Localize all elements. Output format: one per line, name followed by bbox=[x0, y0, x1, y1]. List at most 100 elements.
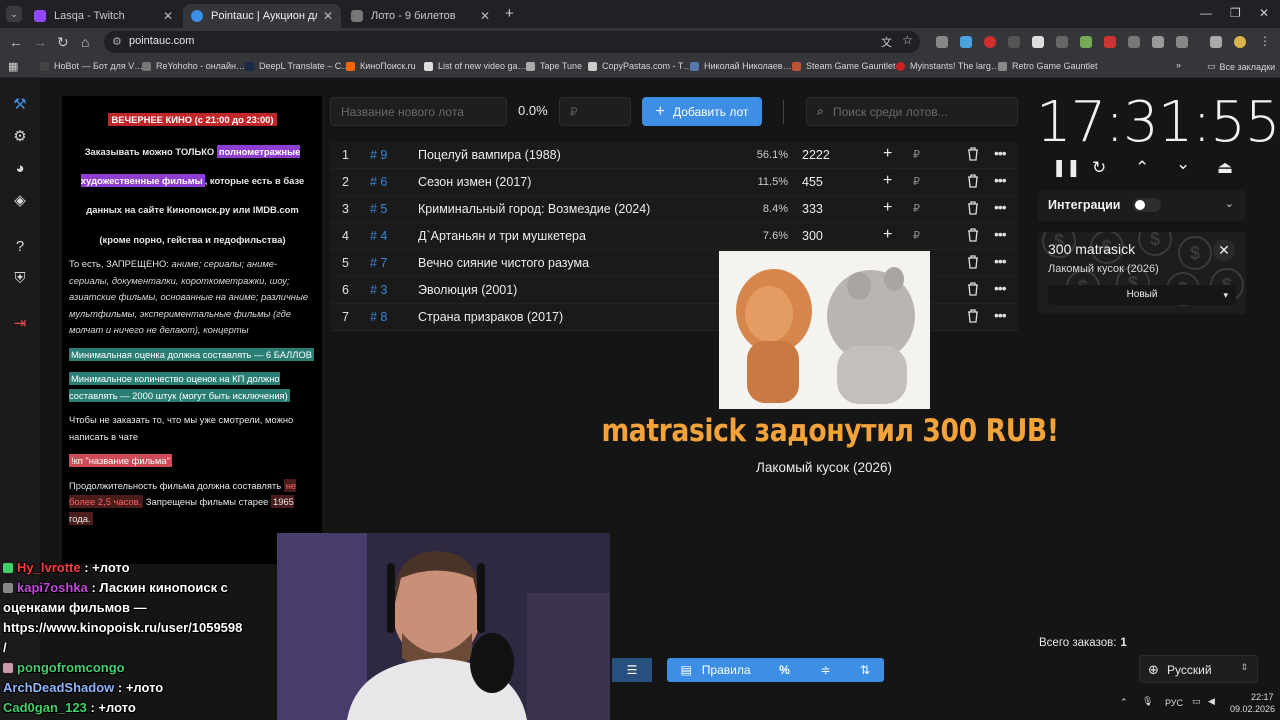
bid-card[interactable]: $ $ $ $ $ $ $ $ 300 matrasick Лакомый ку… bbox=[1038, 232, 1246, 314]
clock-date[interactable]: 09.02.2026 bbox=[1230, 704, 1275, 714]
chevron-down-icon[interactable]: ⌄ bbox=[1225, 197, 1234, 210]
lot-name[interactable]: Поцелуй вампира (1988) bbox=[418, 148, 561, 162]
integrations-toggle[interactable] bbox=[1133, 198, 1161, 212]
lot-name[interactable]: Сезон измен (2017) bbox=[418, 175, 531, 189]
layers-icon[interactable]: ◈ bbox=[11, 192, 29, 210]
bookmark-item[interactable]: Steam Game Gauntlet bbox=[792, 61, 896, 71]
lot-row[interactable]: 3 # 5 Криминальный город: Возмездие (202… bbox=[330, 196, 1018, 223]
tab-loto[interactable]: Лото - 9 билетов ✕ bbox=[343, 4, 498, 28]
extension-icon[interactable] bbox=[1152, 36, 1164, 48]
extension-icon[interactable] bbox=[984, 36, 996, 48]
trash-icon[interactable] bbox=[967, 282, 979, 296]
trash-icon[interactable] bbox=[967, 255, 979, 269]
trash-icon[interactable] bbox=[967, 309, 979, 323]
tab-twitch[interactable]: Lasqa - Twitch ✕ bbox=[26, 4, 181, 28]
extension-icon[interactable] bbox=[936, 36, 948, 48]
sort-order-icon[interactable]: ⇅ bbox=[846, 658, 884, 682]
tab-search-button[interactable]: ⌄ bbox=[6, 6, 22, 22]
lot-search-input[interactable] bbox=[833, 98, 1013, 125]
add-lot-button[interactable]: + Добавить лот bbox=[642, 97, 762, 126]
chevron-up-icon[interactable]: ⌃ bbox=[1135, 158, 1149, 178]
trash-icon[interactable] bbox=[967, 147, 979, 161]
extension-icon[interactable] bbox=[1056, 36, 1068, 48]
tab-pointauc[interactable]: Pointauc | Аукцион для стрим… ✕ bbox=[183, 4, 341, 28]
more-options-icon[interactable]: ••• bbox=[994, 226, 1007, 242]
bookmark-item[interactable]: DeepL Translate – С… bbox=[245, 61, 350, 71]
extension-icon[interactable] bbox=[1032, 36, 1044, 48]
trash-icon[interactable] bbox=[967, 228, 979, 242]
trash-icon[interactable] bbox=[967, 174, 979, 188]
more-options-icon[interactable]: ••• bbox=[994, 307, 1007, 323]
network-icon[interactable]: ▭ bbox=[1192, 696, 1201, 707]
rules-button[interactable]: ▤ Правила bbox=[667, 658, 764, 682]
add-amount-icon[interactable]: + bbox=[883, 172, 892, 190]
media-icon[interactable] bbox=[1210, 36, 1222, 48]
shield-icon[interactable]: ⛨ bbox=[11, 270, 29, 288]
bookmark-item[interactable]: HoBot — Бот для V… bbox=[40, 61, 143, 71]
settings-gear-icon[interactable]: ⚙ bbox=[11, 128, 29, 146]
tray-chevron-icon[interactable]: ⌃ bbox=[1120, 697, 1128, 708]
more-options-icon[interactable]: ••• bbox=[994, 253, 1007, 269]
lot-row[interactable]: 1 # 9 Поцелуй вампира (1988) 56.1% 2222 … bbox=[330, 142, 1018, 169]
bookmark-item[interactable]: Николай Николаев… bbox=[690, 61, 792, 71]
bookmark-item[interactable]: Retro Game Gauntlet bbox=[998, 61, 1098, 71]
bookmark-item[interactable]: Myinstants! The larg… bbox=[896, 61, 1000, 71]
compress-icon[interactable]: ≑ bbox=[805, 658, 846, 682]
lot-amount[interactable]: 455 bbox=[802, 175, 823, 189]
lot-row[interactable]: 2 # 6 Сезон измен (2017) 11.5% 455 + ₽ •… bbox=[330, 169, 1018, 196]
more-options-icon[interactable]: ••• bbox=[994, 172, 1007, 188]
close-tab-icon[interactable]: ✕ bbox=[480, 9, 490, 23]
lot-amount[interactable]: 2222 bbox=[802, 148, 830, 162]
extensions-puzzle-icon[interactable] bbox=[1176, 36, 1188, 48]
percent-toggle[interactable]: % bbox=[764, 658, 805, 682]
translate-icon[interactable]: 文 bbox=[881, 34, 892, 50]
max-time-icon[interactable]: ⏏ bbox=[1217, 158, 1233, 178]
site-info-icon[interactable]: ⚙ bbox=[112, 35, 122, 48]
lot-row[interactable]: 4 # 4 Д`Артаньян и три мушкетера 7.6% 30… bbox=[330, 223, 1018, 250]
lot-amount[interactable]: 300 bbox=[802, 229, 823, 243]
more-options-icon[interactable]: ••• bbox=[994, 145, 1007, 161]
integrations-section[interactable]: Интеграции ⌄ bbox=[1038, 190, 1246, 221]
lot-name[interactable]: Страна призраков (2017) bbox=[418, 310, 563, 324]
logout-icon[interactable]: ⇥ bbox=[11, 315, 29, 333]
lot-name[interactable]: Вечно сияние чистого разума bbox=[418, 256, 589, 270]
volume-icon[interactable]: ◀ bbox=[1208, 696, 1215, 707]
lot-search[interactable]: ⌕ bbox=[806, 97, 1018, 126]
lot-name[interactable]: Криминальный город: Возмездие (2024) bbox=[418, 202, 650, 216]
reset-timer-icon[interactable]: ↻ bbox=[1092, 158, 1106, 178]
pause-icon[interactable]: ❚❚ bbox=[1052, 158, 1081, 178]
close-tab-icon[interactable]: ✕ bbox=[163, 9, 173, 23]
trash-icon[interactable] bbox=[967, 201, 979, 215]
new-lot-name-input[interactable] bbox=[330, 97, 507, 126]
address-bar[interactable]: ⚙ pointauc.com 文 ☆ bbox=[104, 31, 920, 53]
close-tab-icon[interactable]: ✕ bbox=[323, 9, 333, 23]
wheel-chart-icon[interactable]: ◕ bbox=[11, 160, 29, 178]
add-amount-icon[interactable]: + bbox=[883, 145, 892, 163]
bookmark-item[interactable]: ReYohoho - онлайн… bbox=[142, 61, 245, 71]
add-amount-icon[interactable]: + bbox=[883, 199, 892, 217]
microphone-icon[interactable]: 🎙 bbox=[1142, 696, 1153, 707]
help-icon[interactable]: ? bbox=[11, 238, 29, 256]
menu-kebab-icon[interactable]: ⋮ bbox=[1259, 34, 1271, 48]
profile-avatar[interactable] bbox=[1234, 36, 1246, 48]
extension-icon[interactable] bbox=[960, 36, 972, 48]
keyboard-language[interactable]: РУС bbox=[1165, 698, 1183, 708]
lot-amount-input[interactable] bbox=[559, 97, 631, 126]
all-bookmarks-folder[interactable]: ▭ Все закладки bbox=[1207, 61, 1275, 72]
reload-icon[interactable]: ↻ bbox=[57, 34, 69, 51]
sort-icon[interactable]: ☰ bbox=[612, 658, 652, 682]
lot-amount[interactable]: 333 bbox=[802, 202, 823, 216]
extension-icon[interactable] bbox=[1008, 36, 1020, 48]
add-amount-icon[interactable]: + bbox=[883, 226, 892, 244]
home-icon[interactable]: ⌂ bbox=[81, 34, 89, 50]
new-tab-button[interactable]: + bbox=[505, 5, 514, 22]
more-options-icon[interactable]: ••• bbox=[994, 199, 1007, 215]
more-options-icon[interactable]: ••• bbox=[994, 280, 1007, 296]
bookmark-item[interactable]: CopyPastas.com - T… bbox=[588, 61, 692, 71]
clock-time[interactable]: 22:17 bbox=[1251, 692, 1274, 702]
language-select[interactable]: ⊕ Русский ⇕ bbox=[1139, 655, 1258, 683]
bookmark-item[interactable]: КиноПоиск.ru bbox=[346, 61, 416, 71]
bookmark-item[interactable]: List of new video ga… bbox=[424, 61, 527, 71]
lot-name[interactable]: Эволюция (2001) bbox=[418, 283, 517, 297]
extension-icon[interactable] bbox=[1128, 36, 1140, 48]
